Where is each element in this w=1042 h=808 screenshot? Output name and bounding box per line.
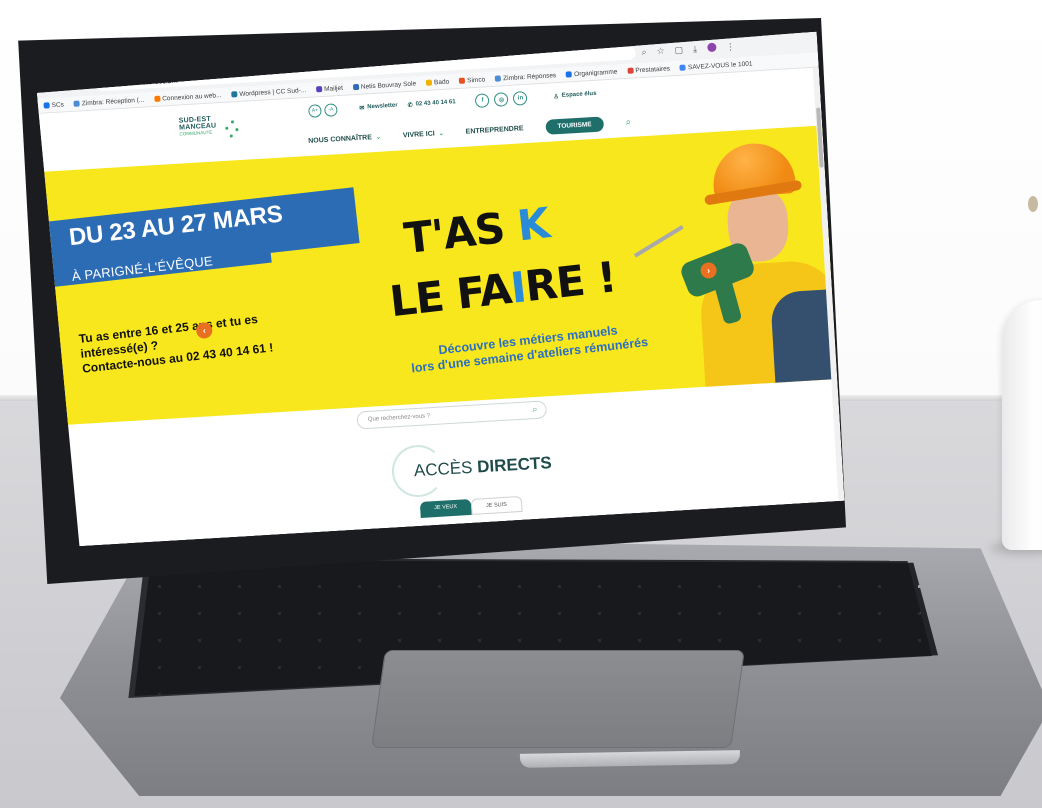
linkedin-icon[interactable]: in	[513, 91, 528, 106]
phone-icon: ✆	[407, 102, 413, 109]
bookmark-item[interactable]: Organigramme	[566, 68, 618, 78]
hero-banner[interactable]: DU 23 AU 27 MARS À PARIGNÉ-L'ÉVÊQUE T'AS…	[42, 125, 838, 425]
hero-subtitle: Découvre les métiers manuels lors d'une …	[408, 320, 650, 377]
instagram-icon[interactable]: ◎	[494, 92, 509, 107]
acces-directs-section: ACCÈS DIRECTS	[388, 432, 571, 503]
bookmark-favicon-icon	[459, 78, 465, 84]
hero-headline-1: T'AS K	[402, 198, 552, 263]
phone-link[interactable]: ✆ 02 43 40 14 61	[407, 99, 455, 109]
search-placeholder: Que recherchez-vous ?	[367, 413, 431, 423]
bookmark-favicon-icon	[426, 80, 432, 86]
bookmark-item[interactable]: SAVEZ-VOUS le 1001	[680, 60, 753, 71]
headline-text: T'AS	[401, 201, 521, 264]
bookmark-label: Organigramme	[573, 68, 618, 78]
bookmark-item[interactable]: Zimbra: Réception (...	[74, 96, 145, 107]
bookmark-item[interactable]: Prestataires	[627, 65, 670, 75]
bookmark-label: Wordpress | CC Sud-...	[239, 86, 307, 98]
bookmark-item[interactable]: Zimbra: Réponses	[495, 72, 556, 83]
font-increase-button[interactable]: A+	[308, 104, 322, 118]
bookmark-favicon-icon	[231, 91, 237, 97]
tab-je-suis[interactable]: JE SUIS	[471, 496, 523, 515]
tab-je-veux[interactable]: JE VEUX	[420, 499, 472, 518]
bookmark-item[interactable]: Mailjet	[316, 84, 343, 93]
newsletter-label: Newsletter	[367, 102, 398, 111]
nav-label: ENTREPRENDRE	[465, 125, 524, 136]
hero-headline-2: LE FAIRE !	[387, 252, 618, 326]
espace-elus-link[interactable]: ♙ Espace élus	[553, 90, 596, 100]
bookmark-label: Simco	[466, 75, 486, 84]
bookmark-label: Netis Bouvray Sole	[360, 79, 417, 91]
search-icon[interactable]: ⌕	[625, 117, 631, 128]
chevron-down-icon: ⌄	[375, 134, 382, 141]
facebook-icon[interactable]: f	[475, 93, 490, 108]
search-icon[interactable]: ⌕	[532, 404, 538, 415]
chevron-down-icon: ⌄	[438, 130, 444, 138]
bookmark-label: SAVEZ-VOUS le 1001	[687, 59, 753, 71]
headline-k: K	[514, 198, 552, 251]
menu-icon[interactable]: ⋮	[726, 41, 736, 53]
bookmark-favicon-icon	[495, 75, 501, 81]
bookmark-favicon-icon	[74, 100, 80, 106]
bookmark-label: SCs	[51, 100, 65, 109]
headline-text: RE !	[522, 252, 619, 312]
user-icon: ♙	[553, 93, 560, 100]
title-prefix: ACCÈS	[413, 457, 478, 481]
bookmark-favicon-icon	[154, 96, 160, 102]
hero-contact-text: Tu as entre 16 et 25 ans et tu es intére…	[78, 306, 312, 376]
bookmark-item[interactable]: SCs	[43, 101, 64, 109]
nav-entreprendre[interactable]: ENTREPRENDRE	[466, 125, 524, 135]
plant-twig	[1028, 196, 1038, 212]
bookmark-favicon-icon	[627, 68, 633, 74]
hero-date: DU 23 AU 27 MARS	[67, 200, 284, 252]
site-logo[interactable]: SUD-EST MANCEAU COMMUNAUTÉ	[179, 114, 235, 147]
star-icon[interactable]: ☆	[656, 46, 665, 57]
bookmark-item[interactable]: Simco	[459, 76, 485, 85]
bookmark-item[interactable]: Netis Bouvray Sole	[353, 80, 417, 91]
nav-label: NOUS CONNAÎTRE	[308, 134, 373, 145]
bookmark-label: Mailjet	[323, 84, 344, 93]
newsletter-link[interactable]: ✉ Newsletter	[359, 102, 398, 111]
bookmark-favicon-icon	[316, 86, 322, 92]
bookmark-item[interactable]: Wordpress | CC Sud-...	[231, 87, 306, 98]
bookmark-label: Bado	[433, 78, 450, 86]
zoom-icon[interactable]: ⌕	[641, 47, 647, 58]
download-icon[interactable]: ⤓	[693, 44, 698, 55]
bookmark-favicon-icon	[566, 71, 572, 77]
bookmark-item[interactable]: Connexion au web...	[154, 92, 222, 103]
bookmark-favicon-icon	[353, 84, 359, 90]
bookmark-label: Connexion au web...	[162, 91, 222, 103]
title-bold: DIRECTS	[476, 453, 553, 477]
nav-nous-connaitre[interactable]: NOUS CONNAÎTRE ⌄	[308, 134, 381, 145]
logo-dots-icon	[225, 118, 242, 139]
bookmark-favicon-icon	[43, 102, 49, 108]
trackpad	[371, 650, 745, 748]
bookmark-item[interactable]: Bado	[426, 78, 450, 86]
nav-label: VIVRE ICI	[402, 130, 435, 140]
profile-avatar[interactable]	[707, 43, 717, 53]
mail-icon: ✉	[359, 105, 365, 112]
headline-text: LE FA	[387, 263, 514, 327]
drill-bit	[634, 225, 684, 258]
bookmark-favicon-icon	[680, 64, 686, 70]
nav-vivre-ici[interactable]: VIVRE ICI ⌄	[403, 130, 444, 139]
extension-icon[interactable]: ▢	[674, 45, 683, 56]
espace-elus-label: Espace élus	[561, 90, 597, 99]
photo-scene: ← → ↻ cc-sudestmanceau.fr ⌕ ☆ ▢ ⤓ ⋮ SCsZ…	[0, 0, 1042, 808]
bookmark-label: Zimbra: Réception (...	[81, 96, 145, 107]
tourisme-button[interactable]: TOURISME	[545, 116, 604, 134]
phone-number: 02 43 40 14 61	[415, 99, 456, 108]
white-vase	[1002, 300, 1042, 550]
font-decrease-button[interactable]: -A	[324, 103, 338, 117]
bookmark-label: Zimbra: Réponses	[502, 71, 557, 82]
worker-illustration	[670, 125, 837, 398]
bookmark-label: Prestataires	[635, 64, 671, 74]
laptop-screen: ← → ↻ cc-sudestmanceau.fr ⌕ ☆ ▢ ⤓ ⋮ SCsZ…	[36, 32, 844, 548]
